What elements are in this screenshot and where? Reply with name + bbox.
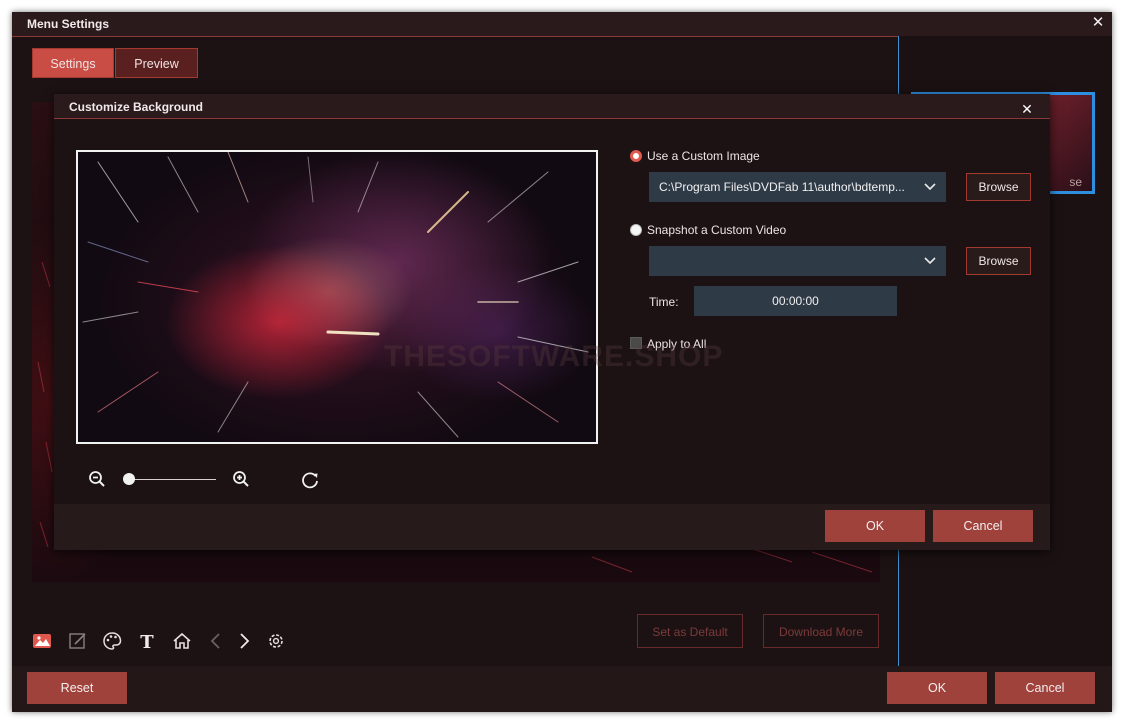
- use-custom-image-label[interactable]: Use a Custom Image: [647, 149, 760, 163]
- set-as-default-button[interactable]: Set as Default: [637, 614, 743, 648]
- text-icon[interactable]: T: [136, 630, 158, 652]
- use-custom-image-radio[interactable]: [630, 150, 642, 162]
- time-input[interactable]: 00:00:00: [694, 286, 897, 316]
- rotate-icon[interactable]: [300, 470, 320, 490]
- close-icon[interactable]: ✕: [1020, 102, 1034, 116]
- close-icon[interactable]: ✕: [1090, 15, 1106, 31]
- custom-image-path-value: C:\Program Files\DVDFab 11\author\bdtemp…: [659, 180, 905, 194]
- image-icon[interactable]: [31, 630, 53, 652]
- dialog-ok-button[interactable]: OK: [825, 510, 925, 542]
- edit-icon[interactable]: [67, 630, 89, 652]
- zoom-slider-track[interactable]: [128, 479, 216, 480]
- zoom-in-icon[interactable]: [232, 470, 250, 488]
- zoom-out-icon[interactable]: [88, 470, 106, 488]
- home-icon[interactable]: [171, 630, 193, 652]
- tab-preview[interactable]: Preview: [115, 48, 198, 78]
- chevron-down-icon: [924, 257, 936, 265]
- customize-background-dialog: Customize Background ✕ Use a Custom Imag…: [54, 94, 1050, 550]
- window-title: Menu Settings: [27, 17, 110, 31]
- dialog-cancel-button[interactable]: Cancel: [933, 510, 1033, 542]
- svg-text:T: T: [140, 632, 154, 652]
- time-label: Time:: [649, 295, 679, 309]
- starburst-streaks: [82, 152, 589, 438]
- background-image-preview[interactable]: [76, 150, 598, 444]
- dialog-title-bar: Customize Background ✕: [54, 94, 1050, 119]
- reset-button[interactable]: Reset: [27, 672, 127, 704]
- snapshot-custom-video-label[interactable]: Snapshot a Custom Video: [647, 223, 786, 237]
- custom-image-path-dropdown[interactable]: C:\Program Files\DVDFab 11\author\bdtemp…: [649, 172, 946, 202]
- window-title-bar: Menu Settings ✕: [12, 12, 1112, 37]
- chevron-left-icon[interactable]: [205, 630, 227, 652]
- palette-icon[interactable]: [101, 630, 123, 652]
- chevron-down-icon: [924, 183, 936, 191]
- thumbnail-caption: se: [1069, 175, 1082, 189]
- snapshot-custom-video-radio[interactable]: [630, 224, 642, 236]
- zoom-slider-handle[interactable]: [123, 473, 135, 485]
- ok-button[interactable]: OK: [887, 672, 987, 704]
- custom-video-path-dropdown[interactable]: [649, 246, 946, 276]
- download-more-button[interactable]: Download More: [763, 614, 879, 648]
- dialog-title: Customize Background: [69, 100, 204, 114]
- settings-icon[interactable]: [265, 630, 287, 652]
- watermark: THESOFTWARE.SHOP: [384, 340, 724, 373]
- browse-video-button[interactable]: Browse: [966, 247, 1031, 275]
- cancel-button[interactable]: Cancel: [995, 672, 1095, 704]
- chevron-right-icon[interactable]: [233, 630, 255, 652]
- browse-image-button[interactable]: Browse: [966, 173, 1031, 201]
- tab-settings[interactable]: Settings: [32, 48, 114, 78]
